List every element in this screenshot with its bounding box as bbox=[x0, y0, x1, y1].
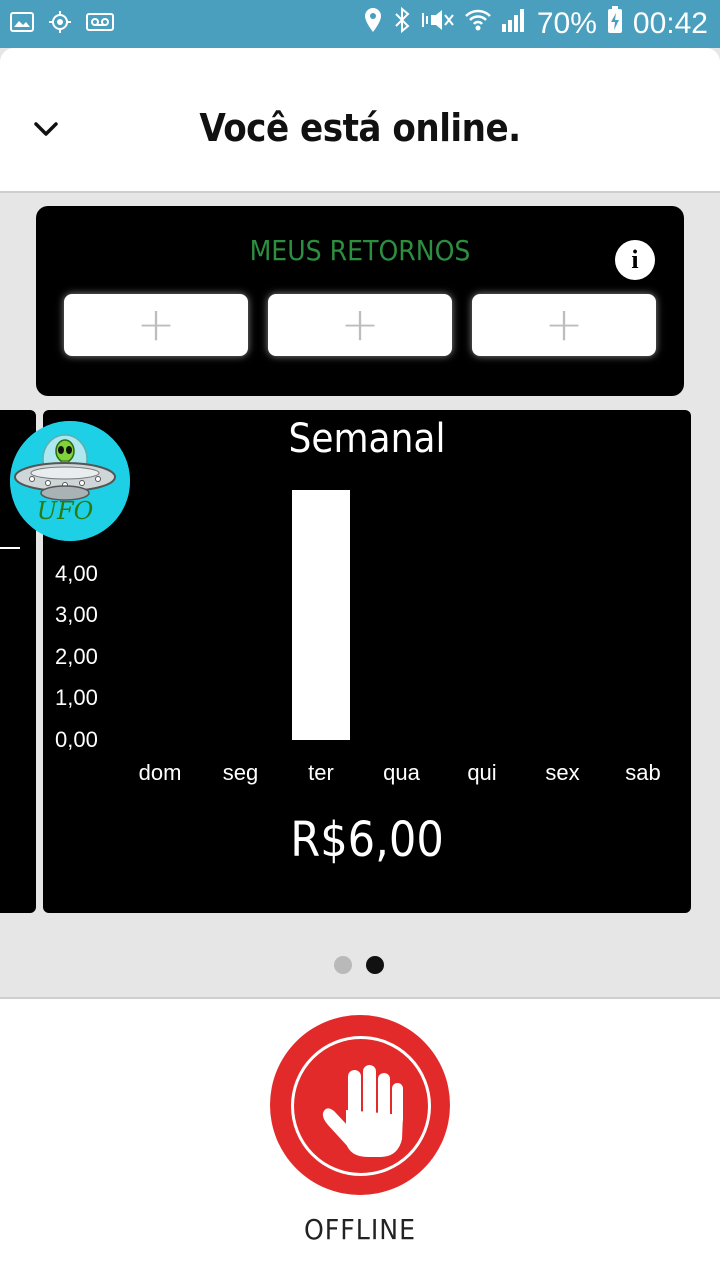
pager-dot-2[interactable] bbox=[366, 956, 384, 974]
mute-icon bbox=[421, 7, 455, 41]
carousel-pager bbox=[334, 956, 384, 974]
bluetooth-icon bbox=[393, 6, 411, 41]
offline-label: OFFLINE bbox=[303, 1213, 416, 1246]
chart-title: Semanal bbox=[288, 416, 446, 462]
y-tick-label: 2,00 bbox=[55, 643, 98, 669]
pager-dot-1[interactable] bbox=[334, 956, 352, 974]
x-tick-label-seg: seg bbox=[222, 760, 259, 785]
status-right: 70% 00:42 bbox=[363, 6, 708, 42]
ufo-alien-logo: UFO bbox=[10, 421, 130, 541]
weekly-chart-card[interactable]: Semanal R$6,00 0,00 1,00 2,00 3,00 4,00 dom se… bbox=[43, 410, 691, 913]
weekly-total: R$6,00 bbox=[290, 812, 444, 868]
x-tick-label-ter: ter bbox=[308, 760, 334, 785]
battery-icon bbox=[607, 6, 623, 42]
page-title: Você está online. bbox=[199, 106, 521, 150]
hand-stop-icon bbox=[322, 1065, 403, 1157]
bottom-panel: OFFLINE bbox=[0, 997, 720, 1282]
status-left-icons bbox=[10, 10, 114, 38]
add-retorno-button-2[interactable]: + bbox=[268, 294, 452, 356]
retornos-card: MEUS RETORNOS i + + + bbox=[36, 206, 684, 396]
clock: 00:42 bbox=[632, 7, 708, 40]
add-retorno-button-3[interactable]: + bbox=[472, 294, 656, 356]
info-icon[interactable]: i bbox=[615, 240, 655, 280]
add-retorno-button-1[interactable]: + bbox=[64, 294, 248, 356]
app-header: Você está online. bbox=[0, 48, 720, 193]
x-tick-label-qui: qui bbox=[467, 760, 497, 785]
x-tick-label-qua: qua bbox=[383, 760, 420, 785]
x-tick-label-sex: sex bbox=[545, 760, 580, 785]
y-tick-label: 3,00 bbox=[55, 602, 98, 628]
x-tick-label-dom: dom bbox=[138, 760, 182, 785]
avatar-label: UFO bbox=[37, 497, 94, 525]
y-tick-label: 1,00 bbox=[55, 685, 98, 711]
voicemail-icon bbox=[86, 10, 114, 38]
avatar[interactable]: UFO bbox=[10, 421, 130, 541]
chart-bar-ter bbox=[292, 490, 350, 740]
x-tick-label-sab: sab bbox=[625, 760, 661, 785]
battery-percent: 70% bbox=[536, 7, 597, 40]
go-offline-button[interactable] bbox=[270, 1015, 450, 1195]
location-icon bbox=[363, 7, 383, 41]
gps-icon bbox=[48, 10, 72, 38]
status-bar: 70% 00:42 bbox=[0, 0, 720, 48]
y-tick-label: 4,00 bbox=[55, 560, 98, 586]
y-tick-label: 0,00 bbox=[55, 727, 98, 752]
retornos-title: MEUS RETORNOS bbox=[249, 234, 471, 267]
chart-tick-line bbox=[0, 547, 20, 549]
image-icon bbox=[10, 10, 34, 38]
signal-icon bbox=[501, 7, 527, 41]
wifi-icon bbox=[464, 7, 491, 41]
